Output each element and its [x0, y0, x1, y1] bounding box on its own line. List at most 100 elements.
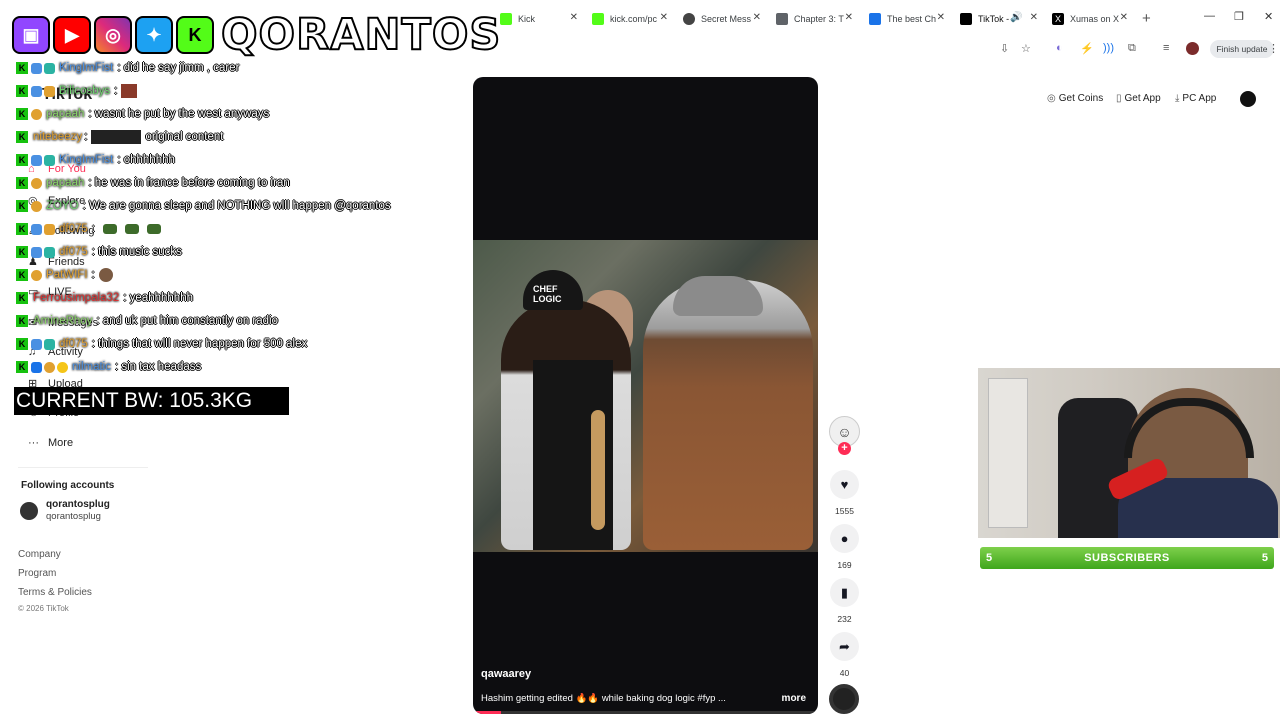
- save-button[interactable]: ▮: [830, 578, 859, 607]
- more-icon: ···: [28, 437, 39, 449]
- close-icon[interactable]: ✕: [1120, 12, 1128, 23]
- badge-icon: [31, 361, 42, 373]
- speaker-icon[interactable]: 🔊: [1010, 12, 1022, 23]
- sidebar-divider: [18, 467, 148, 468]
- kick-icon: K: [16, 177, 28, 189]
- extension-icon[interactable]: ⚡: [1080, 42, 1094, 55]
- webcam-background: [988, 378, 1028, 528]
- extensions-puzzle-icon[interactable]: ⧉: [1128, 42, 1136, 55]
- incognito-favicon-icon: [683, 13, 695, 25]
- close-icon[interactable]: ✕: [1030, 12, 1038, 23]
- chat-message: K AmineRhoy: and uk put him constantly on…: [16, 312, 278, 330]
- chat-username: papaah: [46, 177, 85, 189]
- chat-message: K ZOYO: We are gonna sleep and NOTHING wi…: [16, 197, 391, 215]
- footer-company-link[interactable]: Company: [18, 549, 61, 560]
- chat-text: : sin tax headass: [114, 361, 202, 373]
- media-control-icon[interactable]: ≡: [1163, 42, 1169, 54]
- following-account-item[interactable]: qorantosplug qorantosplug: [20, 499, 110, 523]
- kick-icon: K: [16, 85, 28, 97]
- close-icon[interactable]: ✕: [753, 12, 761, 23]
- browser-tab[interactable]: Chapter 3: T ✕: [776, 8, 853, 30]
- site-favicon-icon: [869, 13, 881, 25]
- browser-tab[interactable]: kick.com/pc ✕: [592, 8, 668, 30]
- download-icon: ⤓: [1175, 93, 1180, 104]
- chat-username: KingImFist: [59, 154, 114, 166]
- restore-icon[interactable]: ❐: [1234, 10, 1244, 23]
- emote-image: [91, 130, 142, 144]
- current-bodyweight-label: CURRENT BW: 105.3KG: [14, 387, 289, 415]
- comment-icon: ●: [840, 531, 849, 546]
- emote-image: [146, 224, 161, 234]
- browser-tab-active[interactable]: TikTok - 🔊 ✕: [960, 8, 1038, 30]
- share-count: 40: [839, 668, 850, 678]
- music-disc-icon[interactable]: [829, 684, 859, 714]
- tiktok-favicon-icon: [960, 13, 972, 25]
- follow-plus-icon[interactable]: +: [838, 442, 851, 455]
- comment-button[interactable]: ●: [830, 524, 859, 553]
- badge-icon: [31, 246, 42, 258]
- nav-more[interactable]: ··· More: [28, 437, 73, 449]
- chat-text: :: [114, 85, 118, 97]
- close-icon[interactable]: ✕: [937, 12, 945, 23]
- footer-terms-link[interactable]: Terms & Policies: [18, 587, 92, 598]
- share-button[interactable]: ➦: [830, 632, 859, 661]
- badge-icon: [31, 85, 42, 97]
- badge-icon: [44, 361, 55, 373]
- link-label: PC App: [1182, 93, 1217, 104]
- browser-tab[interactable]: Kick ✕: [500, 8, 578, 30]
- extension-icon[interactable]: ))): [1103, 42, 1114, 54]
- profile-avatar[interactable]: [1186, 42, 1199, 55]
- new-tab-button[interactable]: +: [1142, 10, 1151, 27]
- finish-update-button[interactable]: Finish update: [1210, 40, 1274, 58]
- kick-icon: K: [16, 62, 28, 74]
- instagram-icon: ◎: [94, 16, 132, 54]
- caption-more-link[interactable]: more: [782, 693, 806, 704]
- progress-fill: [473, 711, 501, 714]
- video-frame: CHEF LOGIC: [473, 240, 818, 552]
- comment-count: 169: [837, 560, 852, 570]
- like-button[interactable]: ♥: [830, 470, 859, 499]
- subscribers-label: SUBSCRIBERS: [1084, 552, 1170, 564]
- close-icon[interactable]: ✕: [570, 12, 578, 23]
- kick-icon: K: [16, 269, 28, 281]
- kick-favicon-icon: [592, 13, 604, 25]
- chat-text: : and uk put him constantly on radio: [96, 315, 279, 327]
- cap: [673, 276, 763, 316]
- youtube-icon: ▶: [53, 16, 91, 54]
- tab-label: The best Ch: [887, 14, 937, 24]
- menu-kebab-icon[interactable]: ⋮: [1268, 42, 1279, 55]
- extension-icon[interactable]: ◐: [1056, 42, 1063, 54]
- chat-text: : yeahhhhhhh: [123, 292, 193, 304]
- badge-icon: [44, 223, 55, 235]
- browser-tab[interactable]: X Xumas on X ✕: [1052, 8, 1128, 30]
- install-app-icon[interactable]: ⇩: [1000, 42, 1009, 55]
- close-icon[interactable]: ✕: [660, 12, 668, 23]
- get-app-link[interactable]: ▯ Get App: [1116, 93, 1161, 104]
- footer-program-link[interactable]: Program: [18, 568, 56, 579]
- pc-app-link[interactable]: ⤓ PC App: [1175, 93, 1216, 104]
- video-progress-bar[interactable]: [473, 711, 818, 714]
- following-accounts-heading: Following accounts: [21, 480, 115, 491]
- video-player[interactable]: CHEF LOGIC qawaarey Hashim getting edite…: [473, 77, 818, 714]
- chat-message: Kpapaah: he was in france before coming …: [16, 174, 290, 192]
- get-coins-link[interactable]: ◎ Get Coins: [1047, 93, 1103, 104]
- tab-label: Chapter 3: T: [794, 14, 844, 24]
- browser-tab[interactable]: The best Ch ✕: [869, 8, 945, 30]
- avatar: [20, 502, 38, 520]
- chat-message: K KingImFist: did he say jimm , carer: [16, 59, 239, 77]
- chat-username: PatWIFI: [46, 269, 88, 281]
- kick-icon: K: [16, 223, 28, 235]
- badge-icon: [31, 223, 42, 235]
- user-avatar[interactable]: [1240, 91, 1256, 107]
- browser-tab[interactable]: Secret Mess ✕: [683, 8, 761, 30]
- close-icon[interactable]: ✕: [845, 12, 853, 23]
- badge-icon: [31, 338, 42, 350]
- video-author[interactable]: qawaarey: [481, 668, 531, 680]
- video-caption: Hashim getting edited 🔥🔥 while baking do…: [481, 693, 726, 704]
- window-close-icon[interactable]: ✕: [1264, 10, 1273, 23]
- subscriber-goal-bar: 5 SUBSCRIBERS 5: [980, 547, 1274, 569]
- kick-icon: K: [16, 361, 28, 373]
- chat-text: : ohhhhhhh: [117, 154, 175, 166]
- minimize-icon[interactable]: —: [1204, 10, 1215, 22]
- bookmark-star-icon[interactable]: ☆: [1021, 42, 1031, 55]
